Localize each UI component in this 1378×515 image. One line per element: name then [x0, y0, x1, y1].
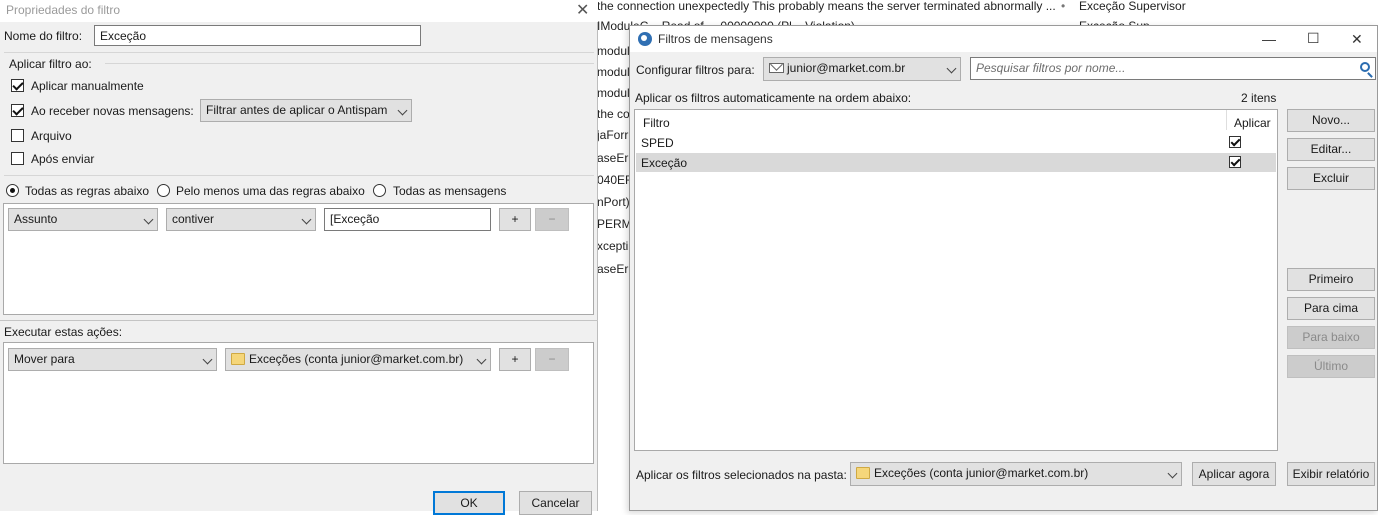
folder-icon: [231, 353, 245, 365]
rule-field-value: Assunto: [14, 212, 58, 226]
show-log-button[interactable]: Exibir relatório: [1287, 462, 1375, 486]
remove-rule-button[interactable]: −: [535, 208, 569, 231]
delete-filter-button[interactable]: Excluir: [1287, 167, 1375, 190]
dialog-title: Filtros de mensagens: [658, 32, 773, 46]
action-target-value: Exceções (conta junior@market.com.br): [249, 352, 464, 366]
cancel-button[interactable]: Cancelar: [519, 491, 592, 515]
action-target-select[interactable]: Exceções (conta junior@market.com.br): [225, 348, 491, 371]
chevron-down-icon: [202, 354, 213, 365]
match-every-label[interactable]: Todas as mensagens: [393, 184, 506, 198]
on-receive-select-value: Filtrar antes de aplicar o Antispam: [206, 103, 388, 117]
folder-icon: [856, 467, 870, 479]
after-send-label[interactable]: Após enviar: [31, 152, 94, 166]
list-item-sender[interactable]: Exceção Supervisor: [1079, 0, 1186, 13]
match-all-label[interactable]: Todas as regras abaixo: [25, 184, 149, 198]
list-item[interactable]: the connection unexpectedly This probabl…: [597, 0, 1056, 13]
title-bar[interactable]: Filtros de mensagens — ☐ ✕: [630, 26, 1377, 52]
list-item[interactable]: nPort): [597, 195, 630, 209]
run-folder-label: Aplicar os filtros selecionados na pasta…: [636, 468, 847, 482]
chevron-down-icon: [476, 354, 487, 365]
on-receive-checkbox[interactable]: [11, 104, 24, 117]
manual-label[interactable]: Aplicar manualmente: [31, 79, 144, 93]
minimize-icon[interactable]: —: [1262, 32, 1276, 46]
maximize-icon[interactable]: ☐: [1307, 31, 1320, 45]
actions-panel: Mover para Exceções (conta junior@market…: [3, 342, 594, 464]
rule-field-select[interactable]: Assunto: [8, 208, 158, 231]
column-header-filter[interactable]: Filtro: [643, 116, 670, 130]
app-icon: [638, 32, 652, 46]
archive-checkbox[interactable]: [11, 129, 24, 142]
filter-name-input[interactable]: Exceção: [94, 25, 421, 46]
remove-action-button[interactable]: −: [535, 348, 569, 371]
ok-button[interactable]: OK: [433, 491, 505, 515]
filters-list: Filtro Aplicar SPED Exceção: [634, 109, 1278, 451]
dialog-title: Propriedades do filtro: [6, 3, 121, 17]
new-filter-button[interactable]: Novo...: [1287, 109, 1375, 132]
search-placeholder: Pesquisar filtros por nome...: [976, 61, 1126, 75]
archive-label[interactable]: Arquivo: [31, 129, 72, 143]
move-down-button[interactable]: Para baixo: [1287, 326, 1375, 349]
message-filters-dialog: Filtros de mensagens — ☐ ✕ Configurar fi…: [629, 25, 1378, 511]
move-up-button[interactable]: Para cima: [1287, 297, 1375, 320]
run-folder-select[interactable]: Exceções (conta junior@market.com.br): [850, 462, 1182, 486]
divider: [4, 175, 594, 176]
match-any-radio[interactable]: [157, 184, 170, 197]
search-filters-input[interactable]: Pesquisar filtros por nome...: [970, 57, 1376, 80]
apply-group-label: Aplicar filtro ao:: [9, 57, 92, 71]
list-item[interactable]: jaForr: [597, 128, 628, 142]
filter-count: 2 itens: [1241, 91, 1277, 105]
on-receive-select[interactable]: Filtrar antes de aplicar o Antispam: [200, 99, 412, 122]
on-receive-label[interactable]: Ao receber novas mensagens:: [31, 104, 194, 118]
account-value: junior@market.com.br: [787, 61, 906, 75]
action-type-value: Mover para: [14, 352, 75, 366]
actions-label: Executar estas ações:: [4, 325, 123, 339]
chevron-down-icon: [946, 63, 957, 74]
edit-filter-button[interactable]: Editar...: [1287, 138, 1375, 161]
action-type-select[interactable]: Mover para: [8, 348, 217, 371]
manual-checkbox[interactable]: [11, 79, 24, 92]
add-rule-button[interactable]: +: [499, 208, 531, 231]
column-header-apply[interactable]: Aplicar: [1234, 116, 1271, 130]
rule-operator-select[interactable]: contiver: [166, 208, 316, 231]
account-select[interactable]: junior@market.com.br: [763, 57, 961, 81]
divider: [0, 320, 598, 321]
after-send-checkbox[interactable]: [11, 152, 24, 165]
match-every-radio[interactable]: [373, 184, 386, 197]
chevron-down-icon: [301, 214, 312, 225]
divider: [4, 52, 594, 53]
rules-panel: Assunto contiver [Exceção + −: [3, 203, 594, 315]
order-label: Aplicar os filtros automaticamente na or…: [635, 91, 912, 105]
list-item[interactable]: the co: [597, 107, 630, 121]
move-last-button[interactable]: Último: [1287, 355, 1375, 378]
run-now-button[interactable]: Aplicar agora: [1192, 462, 1276, 486]
search-icon[interactable]: [1360, 62, 1370, 72]
chevron-down-icon: [143, 214, 154, 225]
list-item[interactable]: xcepti: [597, 239, 628, 253]
move-first-button[interactable]: Primeiro: [1287, 268, 1375, 291]
rule-operator-value: contiver: [172, 212, 215, 226]
run-folder-value: Exceções (conta junior@market.com.br): [874, 466, 1089, 480]
rule-value-input[interactable]: [Exceção: [324, 208, 491, 231]
mail-icon: [769, 63, 784, 73]
filter-name: SPED: [641, 136, 674, 150]
title-bar[interactable]: Propriedades do filtro ✕: [0, 0, 598, 22]
list-dot: •: [1061, 0, 1066, 13]
account-label: Configurar filtros para:: [636, 63, 755, 77]
filter-name: Exceção: [641, 156, 688, 170]
chevron-down-icon: [397, 105, 408, 116]
close-icon[interactable]: ✕: [1351, 32, 1363, 46]
match-any-label[interactable]: Pelo menos uma das regras abaixo: [176, 184, 365, 198]
match-all-radio[interactable]: [6, 184, 19, 197]
table-row[interactable]: SPED: [636, 133, 1276, 152]
table-row[interactable]: Exceção: [636, 153, 1276, 172]
filter-properties-dialog: Propriedades do filtro ✕ Nome do filtro:…: [0, 0, 598, 515]
filter-name-label: Nome do filtro:: [4, 29, 83, 43]
chevron-down-icon: [1167, 468, 1178, 479]
filter-enabled-checkbox[interactable]: [1229, 136, 1241, 148]
filter-enabled-checkbox[interactable]: [1229, 156, 1241, 168]
close-icon[interactable]: ✕: [576, 3, 589, 19]
column-separator: [1226, 110, 1227, 130]
divider: [105, 63, 594, 64]
add-action-button[interactable]: +: [499, 348, 531, 371]
